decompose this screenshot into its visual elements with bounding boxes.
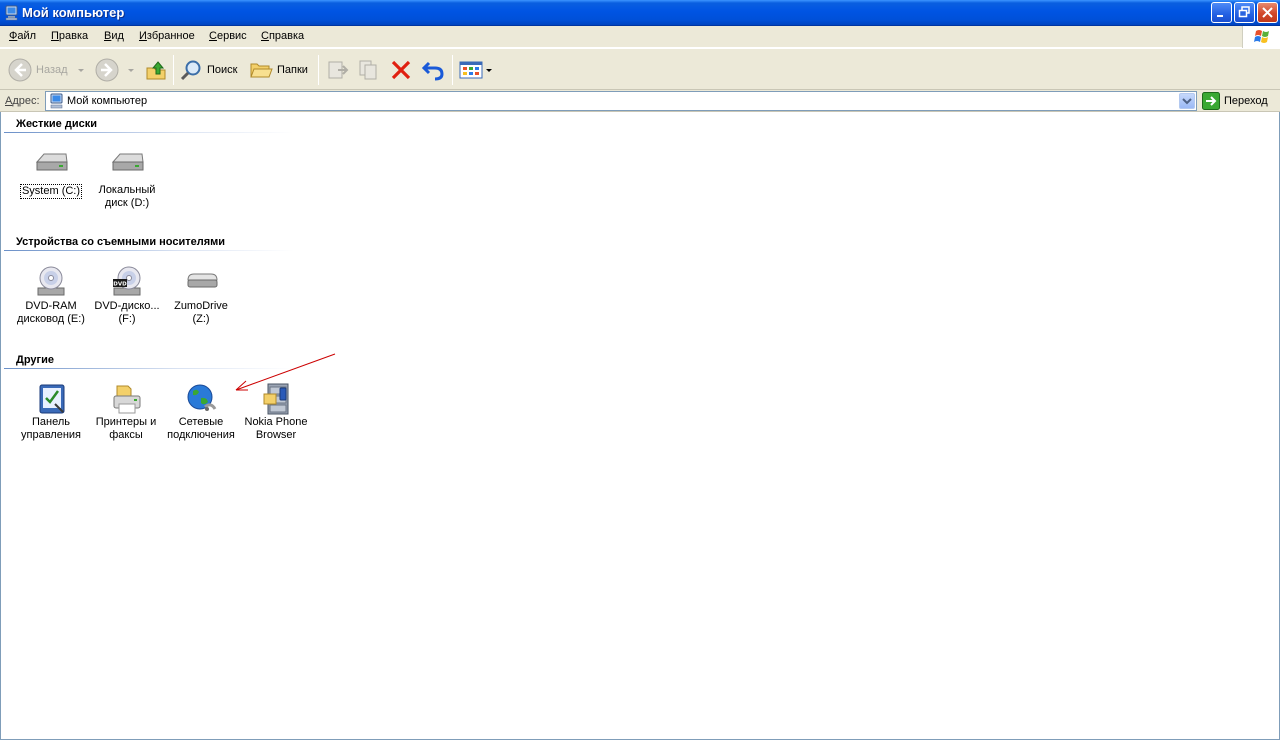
dvd-drive-icon: DVD — [107, 264, 147, 300]
address-value: Мой компьютер — [67, 95, 148, 107]
nokia-phone-browser-item[interactable]: Nokia Phone Browser — [240, 380, 312, 442]
close-icon — [1262, 7, 1273, 18]
menu-file[interactable]: Файл — [9, 30, 36, 42]
address-bar: Адрес: Мой компьютер Переход — [0, 90, 1280, 112]
svg-text:DVD: DVD — [113, 282, 127, 288]
nokia-phone-browser-icon — [256, 380, 296, 416]
menu-edit[interactable]: Правка — [51, 30, 88, 42]
menu-favorites[interactable]: Избранное — [139, 30, 195, 42]
address-label: Адрес: — [5, 95, 40, 107]
menu-tools[interactable]: Сервис — [209, 30, 247, 42]
copy-to-icon — [359, 60, 377, 80]
group-header-other: Другие — [16, 354, 54, 366]
network-connections-icon — [181, 380, 221, 416]
address-dropdown-button[interactable] — [1179, 93, 1195, 109]
window-title: Мой компьютер — [22, 5, 125, 20]
restore-icon — [1238, 6, 1250, 18]
undo-icon — [421, 61, 444, 81]
my-computer-icon — [49, 93, 65, 109]
dvd-drive-icon — [31, 264, 71, 300]
views-icon — [459, 61, 483, 79]
delete-button[interactable] — [389, 55, 413, 85]
search-icon — [180, 60, 201, 81]
menu-bar: Файл Правка Вид Избранное Сервис Справка — [0, 26, 1280, 48]
my-computer-icon — [4, 5, 20, 21]
control-panel-icon — [31, 380, 71, 416]
back-history-dropdown[interactable] — [78, 69, 84, 72]
up-button[interactable] — [144, 55, 168, 85]
hard-drive-icon — [31, 148, 71, 184]
address-input[interactable]: Мой компьютер — [45, 91, 1197, 111]
go-arrow-icon — [1202, 92, 1220, 110]
move-to-icon — [328, 61, 349, 79]
title-bar[interactable]: Мой компьютер — [0, 0, 1280, 26]
hard-drive-icon — [107, 148, 147, 184]
menu-view[interactable]: Вид — [104, 30, 124, 42]
undo-button[interactable] — [421, 55, 445, 85]
explorer-window: Мой компьютер Файл Правка Вид Избранное … — [0, 0, 1280, 740]
printer-icon — [106, 380, 146, 416]
views-button[interactable] — [459, 55, 483, 85]
group-divider — [4, 132, 294, 133]
forward-history-dropdown[interactable] — [128, 69, 134, 72]
chevron-down-icon — [1182, 98, 1192, 105]
views-dropdown[interactable] — [486, 69, 492, 72]
removable-drive-icon — [181, 264, 221, 300]
drive-c[interactable]: System (C:) — [15, 148, 87, 199]
toolbar-separator — [452, 55, 453, 85]
maximize-button[interactable] — [1234, 2, 1255, 23]
group-divider — [4, 250, 294, 251]
minimize-icon — [1217, 15, 1223, 17]
minimize-button[interactable] — [1211, 2, 1232, 23]
folders-button[interactable]: Папки — [249, 55, 308, 85]
network-connections-item[interactable]: Сетевые подключения — [165, 380, 237, 442]
toolbar-separator — [173, 55, 174, 85]
folders-icon — [250, 63, 273, 78]
file-view-pane[interactable]: Жесткие диски System (C:) Локальный диск… — [0, 112, 1280, 740]
close-button[interactable] — [1257, 2, 1278, 23]
windows-logo-icon — [1242, 26, 1280, 48]
group-divider — [4, 368, 294, 369]
copy-to-button[interactable] — [357, 55, 381, 85]
drive-d[interactable]: Локальный диск (D:) — [91, 148, 163, 210]
group-header-removable: Устройства со съемными носителями — [16, 236, 226, 248]
printers-faxes-item[interactable]: Принтеры и факсы — [90, 380, 162, 442]
drive-z[interactable]: ZumoDrive (Z:) — [165, 264, 237, 326]
toolbar-separator — [318, 55, 319, 85]
control-panel-item[interactable]: Панель управления — [15, 380, 87, 442]
drive-f[interactable]: DVD DVD-диско... (F:) — [91, 264, 163, 326]
move-to-button[interactable] — [326, 55, 350, 85]
forward-button[interactable] — [95, 55, 119, 85]
group-header-hard-disks: Жесткие диски — [16, 118, 97, 130]
back-arrow-icon — [8, 58, 32, 82]
standard-toolbar: Назад Поиск Папки — [0, 48, 1280, 90]
back-button[interactable]: Назад — [8, 55, 68, 85]
drive-e[interactable]: DVD-RAM дисковод (E:) — [15, 264, 87, 326]
forward-arrow-icon — [95, 58, 119, 82]
search-button[interactable]: Поиск — [179, 55, 237, 85]
menu-help[interactable]: Справка — [261, 30, 304, 42]
delete-x-icon — [391, 60, 411, 80]
go-button[interactable]: Переход — [1202, 91, 1268, 111]
folder-up-icon — [146, 61, 166, 80]
